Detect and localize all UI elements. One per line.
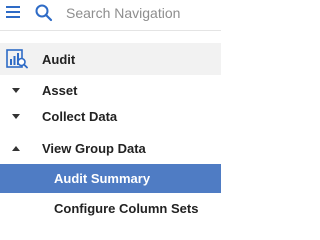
search-input[interactable] — [66, 3, 216, 23]
search-icon[interactable] — [34, 3, 54, 23]
submenu-item-label: Configure Column Sets — [54, 201, 199, 216]
audit-report-icon — [6, 49, 28, 69]
submenu-item-audit-summary[interactable]: Audit Summary — [0, 164, 221, 193]
submenu-item-configure-column-sets[interactable]: Configure Column Sets — [0, 193, 221, 224]
search-divider — [0, 30, 221, 31]
navigation-panel: Audit Asset Collect Data View Group Data… — [0, 0, 221, 221]
hamburger-menu-icon[interactable] — [6, 6, 20, 18]
menu-item-view-group-data[interactable]: View Group Data — [0, 133, 221, 164]
caret-up-icon — [12, 146, 20, 151]
caret-down-icon — [12, 88, 20, 93]
menu-item-collect-data[interactable]: Collect Data — [0, 101, 221, 132]
submenu-item-label: Audit Summary — [54, 171, 151, 186]
search-bar — [0, 0, 221, 30]
app-title: Audit — [42, 51, 76, 67]
menu-item-label: View Group Data — [42, 141, 146, 156]
menu-item-label: Asset — [42, 83, 78, 98]
caret-down-icon — [12, 114, 20, 119]
menu-item-label: Collect Data — [42, 109, 118, 124]
app-header-audit[interactable]: Audit — [0, 43, 221, 75]
